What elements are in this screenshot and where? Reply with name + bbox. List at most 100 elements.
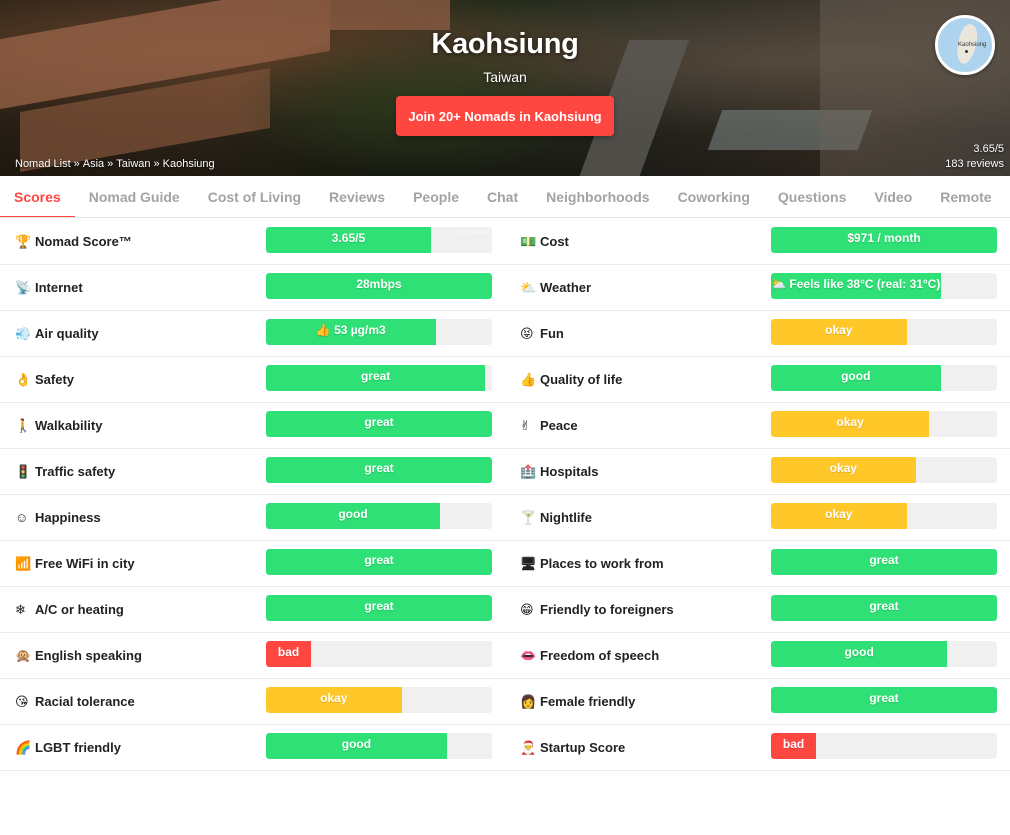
hero-review-count[interactable]: 183 reviews xyxy=(945,157,1004,172)
score-label: 🎅 Startup Score xyxy=(505,740,771,756)
score-bar[interactable]: good xyxy=(266,502,492,529)
cocktail-icon: 🍸 xyxy=(520,509,537,525)
score-bar[interactable]: $971 / month xyxy=(771,226,997,253)
ok-hand-icon: 👌 xyxy=(15,371,32,387)
score-value: good xyxy=(841,368,871,383)
score-bar[interactable]: great xyxy=(266,548,492,575)
score-bar[interactable]: 3.65/5 183 reviews xyxy=(266,226,492,253)
score-bar-tag: 183 reviews xyxy=(456,229,489,236)
join-nomads-button[interactable]: Join 20+ Nomads in Kaohsiung xyxy=(396,96,614,136)
score-bar[interactable]: 👍 53 µg/m3 xyxy=(266,318,492,345)
score-bar[interactable]: great xyxy=(771,594,997,621)
score-value: good xyxy=(341,736,372,751)
score-value: great xyxy=(869,598,899,613)
score-label: ☺ Happiness xyxy=(0,510,266,525)
woman-icon: 👩 xyxy=(520,693,537,709)
score-item-quality-of-life: 👍 Quality of life good xyxy=(505,357,1010,402)
score-row: 📡 Internet 28mbps ⛅ Weather ⛅ Feels like 38°C… xyxy=(0,265,1010,311)
score-bar[interactable]: bad xyxy=(771,732,997,759)
tab-people[interactable]: People xyxy=(399,176,473,217)
score-item-walkability: 🚶 Walkability great xyxy=(0,403,505,448)
score-label: 📶 Free WiFi in city xyxy=(0,556,266,572)
score-value: okay xyxy=(825,322,853,337)
tab-questions[interactable]: Questions xyxy=(764,176,860,217)
score-label-text: Cost xyxy=(540,234,569,249)
score-bar[interactable]: okay xyxy=(771,410,997,437)
breadcrumb-kaohsiung[interactable]: Kaohsiung xyxy=(163,158,215,170)
location-map[interactable]: Kaohsiung xyxy=(935,15,995,75)
score-value: great xyxy=(869,552,899,567)
breadcrumb-separator: » xyxy=(153,158,160,170)
score-item-weather: ⛅ Weather ⛅ Feels like 38°C (real: 31°C) xyxy=(505,265,1010,310)
map-pin-icon xyxy=(965,50,968,53)
breadcrumb-separator: » xyxy=(73,158,80,170)
tab-scores[interactable]: Scores xyxy=(0,176,75,217)
score-bar[interactable]: bad xyxy=(266,640,492,667)
score-row: 📶 Free WiFi in city great 🖥 Places to work f… xyxy=(0,541,1010,587)
score-value: 3.65/5 xyxy=(331,230,366,245)
score-label: 💵 Cost xyxy=(505,234,771,250)
score-item-traffic-safety: 🚦 Traffic safety great xyxy=(0,449,505,494)
breadcrumb-taiwan[interactable]: Taiwan xyxy=(116,158,150,170)
score-bar[interactable]: great xyxy=(266,456,492,483)
tab-chat[interactable]: Chat xyxy=(473,176,532,217)
score-label: 😁 Friendly to foreigners xyxy=(505,602,771,618)
score-bar[interactable]: okay xyxy=(771,456,997,483)
hero-score: 3.65/5 183 reviews xyxy=(945,142,1004,172)
breadcrumb-asia[interactable]: Asia xyxy=(83,158,104,170)
score-bar[interactable]: okay xyxy=(771,502,997,529)
score-bar[interactable]: great xyxy=(266,410,492,437)
score-item-startup-score: 🎅 Startup Score bad xyxy=(505,725,1010,770)
tab-reviews[interactable]: Reviews xyxy=(315,176,399,217)
score-bar[interactable]: ⛅ Feels like 38°C (real: 31°C) xyxy=(771,272,997,299)
tab-cost-of-living[interactable]: Cost of Living xyxy=(194,176,315,217)
score-label: 🏆 Nomad Score™ xyxy=(0,234,266,250)
score-bar[interactable]: great xyxy=(266,364,492,391)
score-label-text: Places to work from xyxy=(540,556,664,571)
score-label-text: Fun xyxy=(540,326,564,341)
score-label-text: A/C or heating xyxy=(35,602,124,617)
tab-video[interactable]: Video xyxy=(860,176,926,217)
score-bar[interactable]: great xyxy=(771,686,997,713)
score-label-text: Startup Score xyxy=(540,740,626,755)
score-value: good xyxy=(844,644,874,659)
traffic-light-icon: 🚦 xyxy=(15,463,32,479)
score-bar[interactable]: okay xyxy=(266,686,492,713)
score-bar[interactable]: okay xyxy=(771,318,997,345)
tab-neighborhoods[interactable]: Neighborhoods xyxy=(532,176,663,217)
rainbow-icon: 🌈 xyxy=(15,739,32,755)
breadcrumb-separator: » xyxy=(107,158,114,170)
score-label: 🌈 LGBT friendly xyxy=(0,740,266,756)
score-label-text: Weather xyxy=(540,280,592,295)
score-bar[interactable]: great xyxy=(771,548,997,575)
score-bar[interactable]: good xyxy=(266,732,492,759)
money-icon: 💵 xyxy=(520,233,537,249)
score-item-lgbt-friendly: 🌈 LGBT friendly good xyxy=(0,725,505,770)
walking-icon: 🚶 xyxy=(15,417,32,433)
score-label-text: Friendly to foreigners xyxy=(540,602,674,617)
score-label-text: Traffic safety xyxy=(35,464,116,479)
score-label: 🙊 English speaking xyxy=(0,648,266,664)
score-bar[interactable]: great xyxy=(266,594,492,621)
breadcrumb-nomad-list[interactable]: Nomad List xyxy=(15,158,71,170)
score-label-text: Happiness xyxy=(35,510,101,525)
score-label: ⛅ Weather xyxy=(505,280,771,296)
score-label: 😘 Racial tolerance xyxy=(0,694,266,710)
score-bar[interactable]: good xyxy=(771,364,997,391)
score-label: 🖥 Places to work from xyxy=(505,556,771,572)
tab-coworking[interactable]: Coworking xyxy=(664,176,764,217)
score-item-cost: 💵 Cost $971 / month xyxy=(505,219,1010,264)
score-bar[interactable]: 28mbps xyxy=(266,272,492,299)
thumbs-up-icon: 👍 xyxy=(520,371,537,387)
score-row: 🌈 LGBT friendly good 🎅 Startup Score bad xyxy=(0,725,1010,771)
score-item-fun: 😝 Fun okay xyxy=(505,311,1010,356)
score-item-racial-tolerance: 😘 Racial tolerance okay xyxy=(0,679,505,724)
tab-nomad-guide[interactable]: Nomad Guide xyxy=(75,176,194,217)
tab-remote[interactable]: Remote xyxy=(926,176,1005,217)
score-bar[interactable]: good xyxy=(771,640,997,667)
score-row: ☺ Happiness good 🍸 Nightlife okay xyxy=(0,495,1010,541)
hero-banner: Kaohsiung Taiwan Join 20+ Nomads in Kaoh… xyxy=(0,0,1010,176)
score-value: ⛅ Feels like 38°C (real: 31°C) xyxy=(771,276,941,291)
score-row: 🚦 Traffic safety great 🏥 Hospitals okay xyxy=(0,449,1010,495)
score-value: okay xyxy=(836,414,864,429)
